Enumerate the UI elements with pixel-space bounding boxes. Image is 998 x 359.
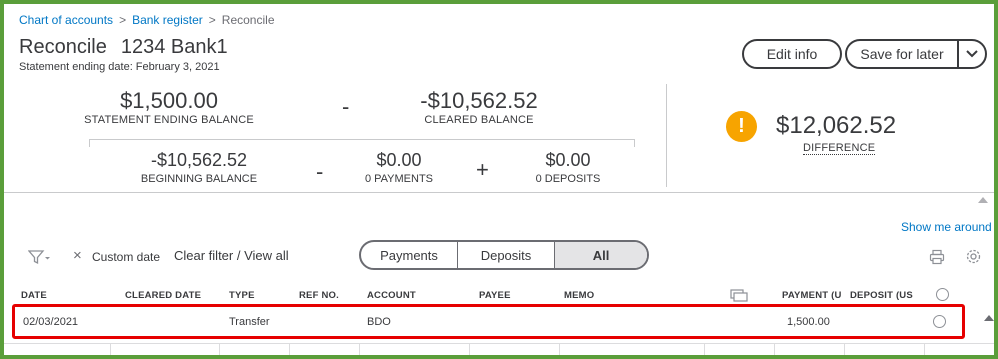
scroll-up-arrow[interactable] xyxy=(978,197,988,203)
cleared-balance-value: -$10,562.52 xyxy=(420,88,538,113)
table-bottom-grid xyxy=(4,343,994,355)
tab-deposits[interactable]: Deposits xyxy=(458,242,555,268)
clear-filter-link[interactable]: Clear filter / View all xyxy=(174,248,289,263)
custom-date-filter: Custom date xyxy=(92,250,161,264)
select-all-radio[interactable] xyxy=(936,288,949,301)
save-for-later-group: Save for later xyxy=(845,39,987,69)
close-icon[interactable]: × xyxy=(73,247,82,264)
page-title-text: Reconcile xyxy=(19,36,107,58)
summary-bracket-left xyxy=(89,139,90,147)
col-cleared-date[interactable]: CLEARED DATE xyxy=(125,290,201,301)
edit-info-button[interactable]: Edit info xyxy=(742,39,842,69)
section-divider xyxy=(4,192,994,193)
save-for-later-button[interactable]: Save for later xyxy=(847,41,959,67)
tab-all[interactable]: All xyxy=(555,242,647,268)
deposits-count-label: 0 DEPOSITS xyxy=(535,173,601,185)
table-header: DATE CLEARED DATE TYPE REF NO. ACCOUNT P… xyxy=(4,286,994,304)
cleared-balance-label: CLEARED BALANCE xyxy=(424,114,534,126)
statement-ending-date: Statement ending date: February 3, 2021 xyxy=(19,61,220,73)
row-highlight xyxy=(12,304,965,339)
difference-label[interactable]: DIFFERENCE xyxy=(803,142,876,155)
breadcrumb-bank-register[interactable]: Bank register xyxy=(132,13,203,27)
warning-icon: ! xyxy=(726,111,757,142)
col-deposit[interactable]: DEPOSIT (US xyxy=(850,290,913,301)
col-account[interactable]: ACCOUNT xyxy=(367,290,416,301)
breadcrumb: Chart of accounts > Bank register > Reconcil… xyxy=(19,13,275,27)
breadcrumb-separator: > xyxy=(119,13,127,27)
chevron-down-icon xyxy=(966,50,978,58)
breadcrumb-separator: > xyxy=(208,13,216,27)
transaction-type-tabs: Payments Deposits All xyxy=(359,240,649,270)
payments-count-label: 0 PAYMENTS xyxy=(364,173,434,185)
filter-icon[interactable] xyxy=(27,249,52,270)
save-options-dropdown[interactable] xyxy=(959,41,985,67)
summary-divider xyxy=(666,84,667,187)
statement-ending-balance-value: $1,500.00 xyxy=(120,88,218,113)
beginning-balance-value: -$10,562.52 xyxy=(150,150,248,170)
page-title: Reconcile 1234 Bank1 xyxy=(19,36,228,59)
col-date[interactable]: DATE xyxy=(21,290,47,301)
plus-operator: + xyxy=(476,157,489,182)
scroll-arrow[interactable] xyxy=(984,315,994,321)
col-payment[interactable]: PAYMENT (U xyxy=(782,290,842,301)
payments-value: $0.00 xyxy=(376,150,422,170)
beginning-balance-label: BEGINNING BALANCE xyxy=(140,173,258,185)
deposits-value: $0.00 xyxy=(545,150,591,170)
account-name: 1234 Bank1 xyxy=(120,36,228,58)
summary-bracket-right xyxy=(634,139,635,147)
col-payee[interactable]: PAYEE xyxy=(479,290,511,301)
col-type[interactable]: TYPE xyxy=(229,290,255,301)
gear-icon[interactable] xyxy=(965,248,982,270)
difference-value: $12,062.52 xyxy=(776,112,897,139)
tab-payments[interactable]: Payments xyxy=(361,242,458,268)
show-me-around-link[interactable]: Show me around xyxy=(901,220,992,234)
minus-operator: - xyxy=(316,159,324,184)
summary-bracket xyxy=(89,139,634,140)
minus-operator: - xyxy=(342,94,350,119)
col-memo[interactable]: MEMO xyxy=(564,290,594,301)
statement-ending-balance-label: STATEMENT ENDING BALANCE xyxy=(84,114,254,126)
breadcrumb-reconcile: Reconcile xyxy=(221,13,275,27)
breadcrumb-chart-of-accounts[interactable]: Chart of accounts xyxy=(19,13,113,27)
col-ref-no[interactable]: REF NO. xyxy=(299,290,339,301)
reconcile-page: Chart of accounts > Bank register > Reconcil… xyxy=(4,4,994,355)
print-icon[interactable] xyxy=(929,249,945,270)
